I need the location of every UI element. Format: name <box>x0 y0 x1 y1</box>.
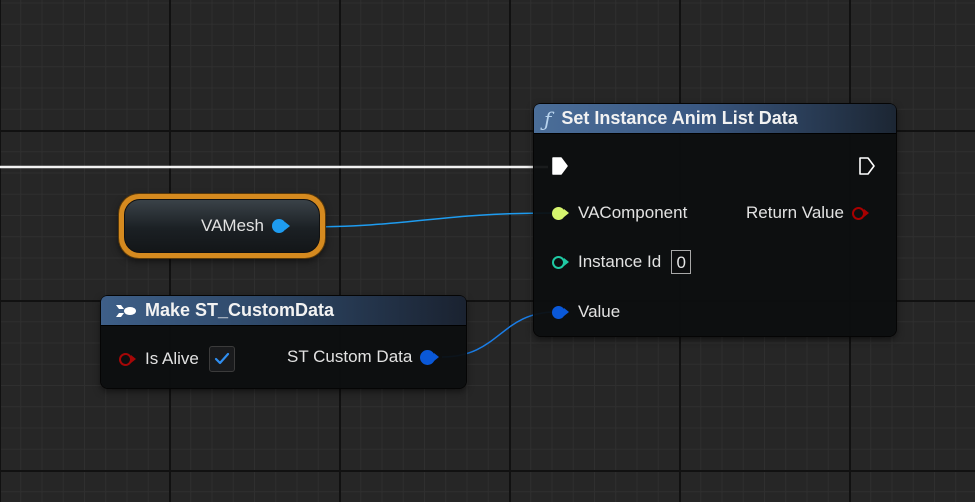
make-st-customdata-node[interactable]: Make ST_CustomData Is Alive ST Custom Da… <box>101 296 466 388</box>
vamesh-variable-node[interactable]: VAMesh <box>119 194 325 258</box>
exec-output-pin[interactable] <box>859 157 875 175</box>
return-value-output-pin[interactable]: Return Value <box>746 203 869 223</box>
instance-id-label: Instance Id <box>578 252 662 271</box>
st-custom-data-label: ST Custom Data <box>287 347 413 366</box>
bool-pin-icon <box>119 352 136 366</box>
va-component-input-pin[interactable]: VAComponent <box>552 203 687 223</box>
instance-id-input-pin[interactable]: Instance Id 0 <box>552 250 692 274</box>
node-title: Make ST_CustomData <box>145 300 335 320</box>
int-pin-icon <box>552 255 569 269</box>
struct-pin-icon <box>552 305 569 319</box>
struct-pin-icon <box>420 349 440 365</box>
set-instance-anim-list-data-node[interactable]: ƒ Set Instance Anim List Data VAComponen… <box>534 104 896 336</box>
vamesh-label: VAMesh <box>201 216 264 235</box>
is-alive-label: Is Alive <box>145 349 199 368</box>
instance-id-field[interactable]: 0 <box>671 250 692 274</box>
return-value-label: Return Value <box>746 203 844 222</box>
vamesh-output-pin[interactable]: VAMesh <box>201 216 290 236</box>
value-input-pin[interactable]: Value <box>552 302 620 322</box>
component-pin-icon <box>552 206 569 220</box>
vamesh-to-vacomponent-wire[interactable] <box>295 212 557 228</box>
checkmark-icon <box>214 352 229 365</box>
object-pin-icon <box>272 219 290 233</box>
va-component-label: VAComponent <box>578 203 688 222</box>
node-header[interactable]: ƒ Set Instance Anim List Data <box>534 104 896 134</box>
is-alive-checkbox[interactable] <box>208 346 235 372</box>
is-alive-input-pin[interactable]: Is Alive <box>119 346 235 372</box>
exec-in-icon <box>552 157 568 175</box>
blueprint-graph-canvas[interactable]: ƒ Set Instance Anim List Data VAComponen… <box>0 0 975 502</box>
make-struct-icon <box>116 304 136 317</box>
exec-out-icon <box>859 157 875 175</box>
return-pin-icon <box>851 206 869 220</box>
value-label: Value <box>578 302 621 321</box>
exec-input-pin[interactable] <box>552 157 568 175</box>
node-title: Set Instance Anim List Data <box>561 108 798 128</box>
function-icon: ƒ <box>544 106 552 131</box>
st-custom-data-output-pin[interactable]: ST Custom Data <box>287 347 440 367</box>
node-header[interactable]: Make ST_CustomData <box>101 296 466 326</box>
